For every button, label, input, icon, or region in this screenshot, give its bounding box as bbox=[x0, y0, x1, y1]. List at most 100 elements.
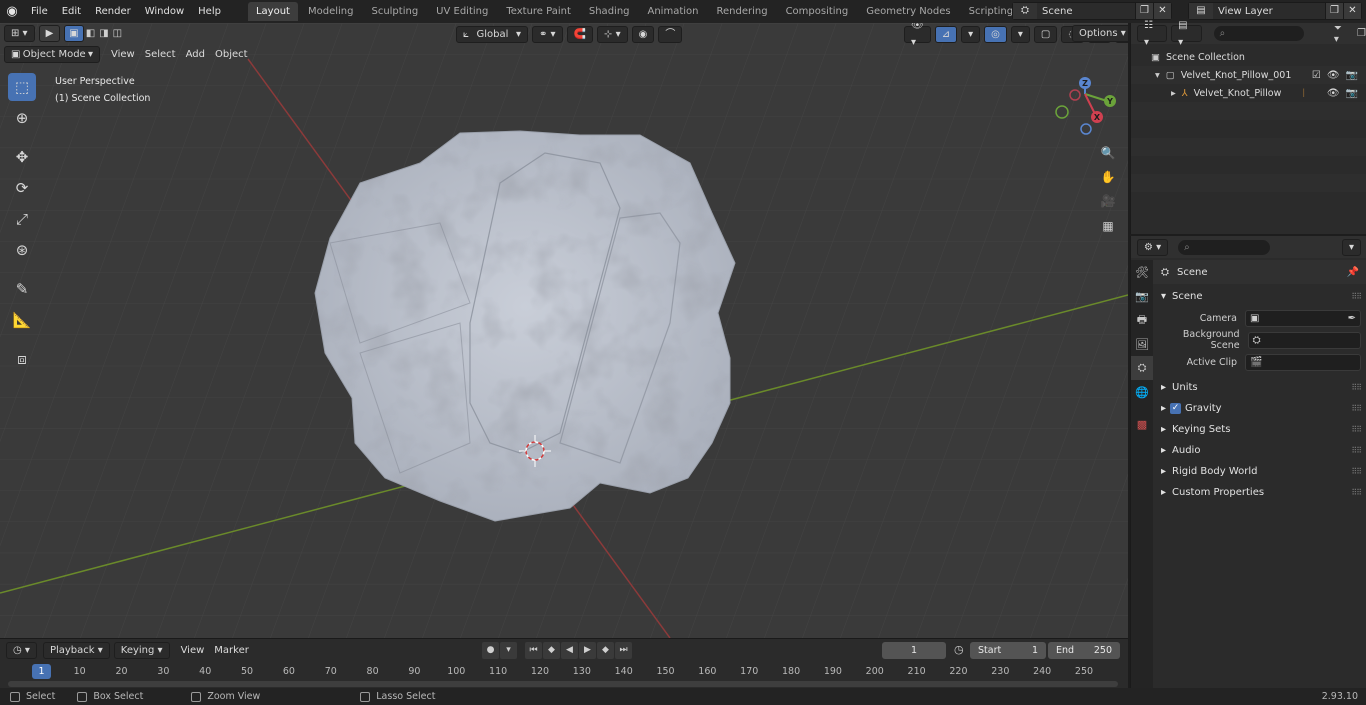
timeline-view-menu[interactable]: View bbox=[176, 642, 210, 659]
drag-grip-icon[interactable]: ⠿⠿ bbox=[1351, 446, 1362, 455]
scene-tab-icon[interactable]: ⛭ bbox=[1131, 356, 1153, 380]
add-cube-tool-icon[interactable]: ⧈ bbox=[8, 345, 36, 373]
play-reverse-icon[interactable]: ◀ bbox=[561, 642, 578, 659]
drag-grip-icon[interactable]: ⠿⠿ bbox=[1351, 425, 1362, 434]
snap-toggle-icon[interactable]: 🧲 bbox=[566, 25, 594, 43]
menu-edit[interactable]: Edit bbox=[55, 0, 88, 23]
view-layer-selector[interactable]: ▤ View Layer ❐ ✕ bbox=[1188, 2, 1362, 20]
menu-window[interactable]: Window bbox=[138, 0, 191, 23]
exclude-checkbox-icon[interactable]: ☑ bbox=[1312, 70, 1321, 81]
keying-dropdown-icon[interactable]: ▾ bbox=[500, 642, 517, 659]
gizmo-dropdown[interactable]: ▾ bbox=[961, 25, 981, 43]
workspace-tab[interactable]: Compositing bbox=[778, 2, 857, 21]
select-mode-extend-icon[interactable]: ◧ bbox=[84, 28, 97, 39]
new-collection-icon[interactable]: ❐ bbox=[1357, 28, 1366, 39]
workspace-tab[interactable]: Sculpting bbox=[363, 2, 426, 21]
snap-target-button[interactable]: ⊹ ▾ bbox=[597, 25, 628, 43]
menu-help[interactable]: Help bbox=[191, 0, 228, 23]
visibility-eye-icon[interactable]: 👁 bbox=[1327, 70, 1340, 81]
outliner-object-row[interactable]: ▸ ⅄ Velvet_Knot_Pillow ᛁ 👁 📷 bbox=[1131, 84, 1366, 102]
drag-grip-icon[interactable]: ⠿⠿ bbox=[1351, 488, 1362, 497]
timeline-scrollbar[interactable] bbox=[8, 681, 1118, 687]
tool-tab-icon[interactable]: 🛠 bbox=[1131, 260, 1153, 284]
rigid-body-world-panel-header[interactable]: ▸ Rigid Body World ⠿⠿ bbox=[1153, 461, 1366, 482]
outliner-search-input[interactable]: ⌕ bbox=[1213, 26, 1304, 41]
object-mode-dropdown[interactable]: ▣ Object Mode ▾ bbox=[4, 46, 100, 63]
jump-end-icon[interactable]: ⏭ bbox=[615, 642, 632, 659]
start-frame-field[interactable]: Start 1 bbox=[970, 642, 1046, 659]
filter-icon[interactable]: ⏷ ▾ bbox=[1334, 23, 1349, 45]
prev-keyframe-icon[interactable]: ◆ bbox=[543, 642, 560, 659]
current-frame-field[interactable]: 1 bbox=[882, 642, 946, 659]
background-scene-field[interactable]: ⛭ bbox=[1247, 331, 1361, 349]
workspace-tab[interactable]: Rendering bbox=[708, 2, 775, 21]
expand-arrow-icon[interactable]: ▸ bbox=[1171, 88, 1176, 99]
cursor-tool-icon[interactable]: ⊕ bbox=[8, 104, 36, 132]
play-icon[interactable]: ▶ bbox=[579, 642, 596, 659]
viewport-menu-select[interactable]: Select bbox=[140, 46, 181, 63]
viewport-menu-view[interactable]: View bbox=[106, 46, 140, 63]
drag-grip-icon[interactable]: ⠿⠿ bbox=[1351, 404, 1362, 413]
display-mode-button[interactable]: ▤ ▾ bbox=[1171, 20, 1202, 48]
select-mode-new-icon[interactable]: ▣ bbox=[64, 25, 84, 42]
menu-render[interactable]: Render bbox=[88, 0, 138, 23]
rotate-tool-icon[interactable]: ⟳ bbox=[8, 174, 36, 202]
proportional-edit-icon[interactable]: ◉ bbox=[631, 25, 655, 43]
view-layer-tab-icon[interactable]: 🖼 bbox=[1131, 332, 1153, 356]
next-keyframe-icon[interactable]: ◆ bbox=[597, 642, 614, 659]
world-tab-icon[interactable]: 🌐 bbox=[1131, 380, 1153, 404]
outliner-collection-row[interactable]: ▾ ▢ Velvet_Knot_Pillow_001 ☑ 👁 📷 bbox=[1131, 66, 1366, 84]
viewport-menu-add[interactable]: Add bbox=[181, 46, 210, 63]
drag-grip-icon[interactable]: ⠿⠿ bbox=[1351, 467, 1362, 476]
workspace-tab[interactable]: Layout bbox=[247, 2, 298, 21]
custom-properties-panel-header[interactable]: ▸ Custom Properties ⠿⠿ bbox=[1153, 482, 1366, 503]
select-mode-intersect-icon[interactable]: ◫ bbox=[111, 28, 124, 39]
camera-view-icon[interactable]: 🎥 bbox=[1098, 191, 1118, 211]
render-camera-icon[interactable]: 📷 bbox=[1346, 88, 1358, 99]
pin-icon[interactable]: 📌 bbox=[1347, 267, 1359, 278]
delete-view-layer-icon[interactable]: ✕ bbox=[1343, 3, 1361, 19]
workspace-tab[interactable]: Animation bbox=[640, 2, 707, 21]
overlay-toggle-icon[interactable]: ◎ bbox=[984, 25, 1007, 43]
pivot-point-button[interactable]: ⚭ ▾ bbox=[532, 25, 563, 43]
zoom-icon[interactable]: 🔍 bbox=[1098, 143, 1118, 163]
transform-orientation-dropdown[interactable]: ⟀ Global ▾ bbox=[456, 25, 528, 43]
viewport-scene[interactable]: Z Y X bbox=[0, 23, 1128, 638]
timeline-editor-type-button[interactable]: ◷ ▾ bbox=[6, 641, 37, 659]
playback-menu[interactable]: Playback ▾ bbox=[42, 641, 110, 659]
ortho-grid-icon[interactable]: ▦ bbox=[1098, 216, 1118, 236]
camera-field[interactable]: ▣ ✒ bbox=[1245, 309, 1361, 327]
pan-hand-icon[interactable]: ✋ bbox=[1098, 167, 1118, 187]
overlay-dropdown[interactable]: ▾ bbox=[1010, 25, 1030, 43]
viewport-menu-object[interactable]: Object bbox=[210, 46, 253, 63]
scale-tool-icon[interactable]: ⤢ bbox=[8, 205, 36, 233]
gravity-checkbox[interactable]: ✓ bbox=[1170, 403, 1182, 414]
expand-arrow-icon[interactable]: ▾ bbox=[1155, 70, 1160, 81]
keying-sets-panel-header[interactable]: ▸ Keying Sets ⠿⠿ bbox=[1153, 419, 1366, 440]
gravity-panel-header[interactable]: ▸ ✓ Gravity ⠿⠿ bbox=[1153, 398, 1366, 419]
properties-options-dropdown[interactable]: ▾ bbox=[1341, 238, 1361, 256]
move-tool-icon[interactable]: ✥ bbox=[8, 143, 36, 171]
properties-search-input[interactable]: ⌕ bbox=[1178, 239, 1271, 255]
frame-cursor[interactable]: 1 bbox=[32, 664, 51, 679]
timeline-ruler[interactable]: 1 10 20 30 40 50 60 70 80 90 100 110 120 130 140 150 16… bbox=[0, 664, 1128, 680]
transform-tool-icon[interactable]: ⊛ bbox=[8, 236, 36, 264]
visibility-dropdown[interactable]: 👁 ▾ bbox=[904, 23, 931, 48]
jump-start-icon[interactable]: ⏮ bbox=[525, 642, 542, 659]
gizmo-toggle-icon[interactable]: ⊿ bbox=[934, 25, 958, 43]
workspace-tab[interactable]: Texture Paint bbox=[498, 2, 579, 21]
outliner-editor-type-button[interactable]: ☷ ▾ bbox=[1137, 20, 1168, 48]
workspace-tab[interactable]: Geometry Nodes bbox=[858, 2, 958, 21]
3d-viewport[interactable]: Z Y X ⊞ ▾ ▶ ▣ ◧ ◨ ◫ ▣ Object Mode ▾ View… bbox=[0, 23, 1128, 638]
select-tool-button[interactable]: ▶ bbox=[38, 25, 61, 42]
outliner-scene-collection-row[interactable]: ▣ Scene Collection bbox=[1131, 48, 1366, 66]
drag-grip-icon[interactable]: ⠿⠿ bbox=[1351, 292, 1362, 301]
texture-tab-icon[interactable]: ▩ bbox=[1131, 412, 1153, 436]
properties-editor-type-button[interactable]: ⚙ ▾ bbox=[1137, 238, 1169, 256]
menu-file[interactable]: File bbox=[24, 0, 55, 23]
blender-logo-icon[interactable]: ◉ bbox=[0, 0, 24, 23]
workspace-tab[interactable]: UV Editing bbox=[428, 2, 496, 21]
select-mode-subtract-icon[interactable]: ◨ bbox=[97, 28, 110, 39]
drag-grip-icon[interactable]: ⠿⠿ bbox=[1351, 383, 1362, 392]
eyedropper-icon[interactable]: ✒ bbox=[1348, 313, 1356, 324]
